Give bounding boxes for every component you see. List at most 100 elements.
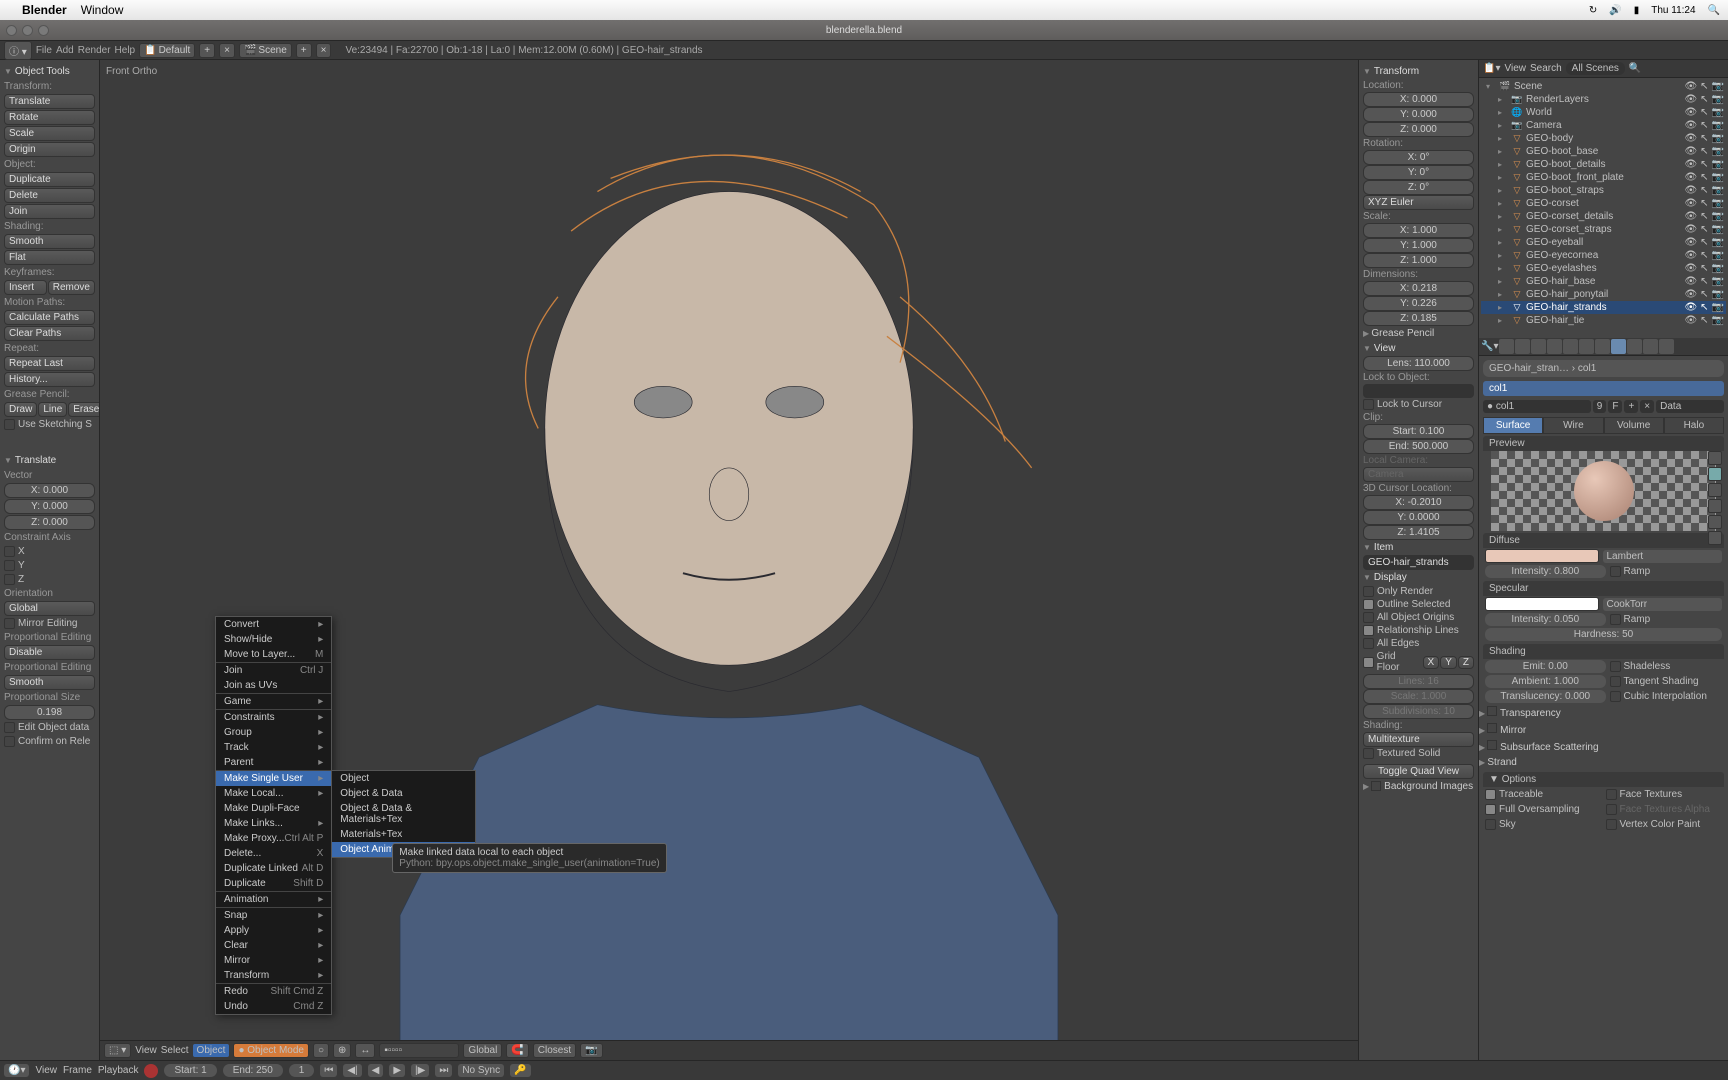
renderable-icon[interactable]: 📷 bbox=[1712, 172, 1724, 183]
translucency-slider[interactable]: Translucency: 0.000 bbox=[1485, 690, 1606, 703]
visibility-icon[interactable]: 👁 bbox=[1684, 172, 1697, 183]
editor-type-properties[interactable]: 🔧▾ bbox=[1481, 341, 1498, 352]
lock-cursor-checkbox[interactable]: Lock to Cursor bbox=[1363, 398, 1474, 411]
outliner-row[interactable]: ▸▽GEO-corset_details👁↖📷 bbox=[1481, 210, 1726, 223]
volume-tab[interactable]: Volume bbox=[1604, 417, 1664, 434]
lock-object-field[interactable] bbox=[1363, 384, 1474, 398]
preview-sphere2-icon[interactable] bbox=[1708, 531, 1722, 545]
visibility-icon[interactable]: 👁 bbox=[1684, 276, 1697, 287]
dimension-y[interactable]: Y: 0.226 bbox=[1363, 296, 1474, 311]
end-frame[interactable]: End: 250 bbox=[223, 1064, 283, 1077]
menu-item[interactable]: Make Single User▸ObjectObject & DataObje… bbox=[216, 771, 331, 786]
selectable-icon[interactable]: ↖ bbox=[1700, 133, 1708, 144]
minimize-button[interactable] bbox=[22, 25, 33, 36]
grease-pencil-panel[interactable]: Grease Pencil bbox=[1363, 326, 1474, 341]
draw-button[interactable]: Draw bbox=[4, 402, 37, 417]
menu-window[interactable]: Window bbox=[81, 3, 124, 17]
scene-selector[interactable]: 🎬 Scene bbox=[239, 43, 292, 58]
outliner-row[interactable]: ▸▽GEO-corset👁↖📷 bbox=[1481, 197, 1726, 210]
editor-type-3dview[interactable]: ⬚ ▾ bbox=[104, 1043, 131, 1058]
wire-tab[interactable]: Wire bbox=[1543, 417, 1603, 434]
visibility-icon[interactable]: 👁 bbox=[1684, 263, 1697, 274]
emit-slider[interactable]: Emit: 0.00 bbox=[1485, 660, 1606, 673]
smooth-button[interactable]: Smooth bbox=[4, 234, 95, 249]
grid-floor-checkbox[interactable]: Grid Floor XYZ bbox=[1363, 650, 1474, 674]
pivot-selector[interactable]: ⊕ bbox=[333, 1043, 351, 1058]
repeat-last-button[interactable]: Repeat Last bbox=[4, 356, 95, 371]
selectable-icon[interactable]: ↖ bbox=[1700, 276, 1708, 287]
diffuse-shader[interactable]: Lambert bbox=[1603, 550, 1723, 563]
menu-item[interactable]: Make Proxy...Ctrl Alt P bbox=[216, 831, 331, 846]
mirror-section[interactable]: Mirror bbox=[1479, 721, 1728, 738]
menu-item[interactable]: DuplicateShift D bbox=[216, 876, 331, 891]
menu-item[interactable]: Convert▸ bbox=[216, 617, 331, 632]
selectable-icon[interactable]: ↖ bbox=[1700, 263, 1708, 274]
menu-item[interactable]: Join as UVs bbox=[216, 678, 331, 693]
timeline-view-menu[interactable]: View bbox=[35, 1065, 57, 1076]
hardness-slider[interactable]: Hardness: 50 bbox=[1485, 628, 1722, 641]
material-tab[interactable] bbox=[1611, 339, 1626, 354]
only-render-checkbox[interactable]: Only Render bbox=[1363, 585, 1474, 598]
modifiers-tab[interactable] bbox=[1579, 339, 1594, 354]
menu-item[interactable]: Delete...X bbox=[216, 846, 331, 861]
view-panel-header[interactable]: View bbox=[1363, 341, 1474, 356]
selectable-icon[interactable]: ↖ bbox=[1700, 120, 1708, 131]
scale-x[interactable]: X: 1.000 bbox=[1363, 223, 1474, 238]
join-button[interactable]: Join bbox=[4, 204, 95, 219]
cursor-z[interactable]: Z: 1.4105 bbox=[1363, 525, 1474, 540]
menu-item[interactable]: Parent▸ bbox=[216, 755, 331, 770]
select-menu[interactable]: Select bbox=[161, 1045, 189, 1056]
transparency-section[interactable]: Transparency bbox=[1479, 704, 1728, 721]
sss-section[interactable]: Subsurface Scattering bbox=[1479, 738, 1728, 755]
prop-edit-falloff-selector[interactable]: Smooth bbox=[4, 675, 95, 690]
preview-flat-icon[interactable] bbox=[1708, 451, 1722, 465]
outliner[interactable]: ▾🎬Scene👁↖📷▸📷RenderLayers👁↖📷▸🌐World👁↖📷▸📷C… bbox=[1479, 78, 1728, 338]
keying-set-icon[interactable]: 🔑 bbox=[510, 1064, 530, 1077]
renderable-icon[interactable]: 📷 bbox=[1712, 146, 1724, 157]
menu-item[interactable]: Game▸ bbox=[216, 694, 331, 709]
item-name-field[interactable]: GEO-hair_strands bbox=[1363, 555, 1474, 570]
renderable-icon[interactable]: 📷 bbox=[1712, 81, 1724, 92]
render-icon[interactable]: 📷 bbox=[580, 1043, 602, 1058]
orientation-selector[interactable]: Global bbox=[4, 601, 95, 616]
scene-tab[interactable] bbox=[1515, 339, 1530, 354]
mode-selector[interactable]: ● Object Mode bbox=[233, 1043, 309, 1058]
world-tab[interactable] bbox=[1531, 339, 1546, 354]
selectable-icon[interactable]: ↖ bbox=[1700, 172, 1708, 183]
zoom-button[interactable] bbox=[38, 25, 49, 36]
menu-item[interactable]: Animation▸ bbox=[216, 892, 331, 907]
prop-size-input[interactable]: 0.198 bbox=[4, 705, 95, 720]
play-icon[interactable]: ▶ bbox=[389, 1064, 405, 1077]
specular-section[interactable]: Specular bbox=[1483, 581, 1724, 596]
menu-item[interactable]: JoinCtrl J bbox=[216, 663, 331, 678]
outliner-row[interactable]: ▸▽GEO-hair_ponytail👁↖📷 bbox=[1481, 288, 1726, 301]
editor-type-outliner[interactable]: 📋▾ bbox=[1483, 63, 1500, 74]
auto-keyframe-icon[interactable] bbox=[144, 1064, 158, 1078]
clock[interactable]: Thu 11:24 bbox=[1651, 5, 1695, 16]
specular-ramp-checkbox[interactable]: Ramp bbox=[1610, 613, 1723, 626]
outliner-row[interactable]: ▸▽GEO-boot_base👁↖📷 bbox=[1481, 145, 1726, 158]
all-origins-checkbox[interactable]: All Object Origins bbox=[1363, 611, 1474, 624]
particles-tab[interactable] bbox=[1643, 339, 1658, 354]
renderable-icon[interactable]: 📷 bbox=[1712, 289, 1724, 300]
search-icon[interactable]: 🔍 bbox=[1629, 63, 1641, 74]
outliner-row[interactable]: ▸▽GEO-hair_base👁↖📷 bbox=[1481, 275, 1726, 288]
menu-item[interactable]: Track▸ bbox=[216, 740, 331, 755]
preview-section[interactable]: Preview bbox=[1483, 436, 1724, 451]
visibility-icon[interactable]: 👁 bbox=[1684, 94, 1697, 105]
cubic-checkbox[interactable]: Cubic Interpolation bbox=[1610, 690, 1723, 703]
outliner-search-menu[interactable]: Search bbox=[1530, 63, 1562, 74]
menu-item[interactable]: RedoShift Cmd Z bbox=[216, 984, 331, 999]
jump-start-icon[interactable]: ⏮ bbox=[320, 1064, 337, 1077]
object-menu[interactable]: Object bbox=[193, 1044, 230, 1057]
origin-button[interactable]: Origin bbox=[4, 142, 95, 157]
grid-subdivisions[interactable]: Subdivisions: 10 bbox=[1363, 704, 1474, 719]
clip-start[interactable]: Start: 0.100 bbox=[1363, 424, 1474, 439]
visibility-icon[interactable]: 👁 bbox=[1684, 185, 1697, 196]
selectable-icon[interactable]: ↖ bbox=[1700, 237, 1708, 248]
rotation-y[interactable]: Y: 0° bbox=[1363, 165, 1474, 180]
constraint-x-checkbox[interactable]: X bbox=[4, 545, 95, 558]
layout-remove[interactable]: × bbox=[219, 43, 235, 58]
vector-y-input[interactable]: Y: 0.000 bbox=[4, 499, 95, 514]
menu-item[interactable]: Clear▸ bbox=[216, 938, 331, 953]
